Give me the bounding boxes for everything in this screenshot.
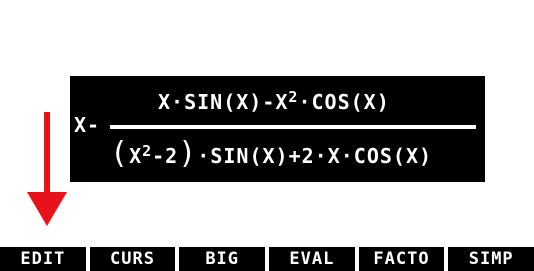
soft-key-menu: EDIT CURS BIG EVAL FACTO SIMP (0, 247, 534, 271)
expression-display: X- X·SIN(X)-X2·COS(X) (X2-2)·SIN(X)+2·X·… (70, 76, 485, 182)
menu-key-big[interactable]: BIG (179, 247, 266, 271)
menu-key-facto[interactable]: FACTO (358, 247, 445, 271)
denominator-open-paren: ( (110, 136, 130, 171)
menu-key-eval[interactable]: EVAL (269, 247, 355, 271)
expression-prefix: X- (74, 113, 101, 137)
menu-key-edit[interactable]: EDIT (0, 247, 86, 271)
numerator-part-a: X·SIN(X)-X (158, 90, 289, 114)
denominator-minus: -2 (152, 144, 179, 168)
denominator: (X2-2)·SIN(X)+2·X·COS(X) (110, 139, 433, 170)
denominator-close-paren: ) (178, 136, 198, 171)
numerator: X·SIN(X)-X2·COS(X) (158, 88, 390, 116)
arrow-shaft (44, 112, 50, 196)
numerator-exponent: 2 (288, 88, 299, 106)
menu-key-simp[interactable]: SIMP (448, 247, 534, 271)
arrow-head (27, 192, 67, 226)
menu-key-curs[interactable]: CURS (89, 247, 176, 271)
down-arrow-icon (27, 112, 67, 226)
fraction-bar (110, 125, 476, 129)
denominator-x: X (129, 144, 143, 168)
numerator-part-b: ·COS(X) (298, 90, 390, 114)
calculator-screen: X- X·SIN(X)-X2·COS(X) (X2-2)·SIN(X)+2·X·… (0, 0, 534, 271)
denominator-exponent: 2 (142, 142, 153, 160)
denominator-rest: ·SIN(X)+2·X·COS(X) (197, 144, 433, 168)
